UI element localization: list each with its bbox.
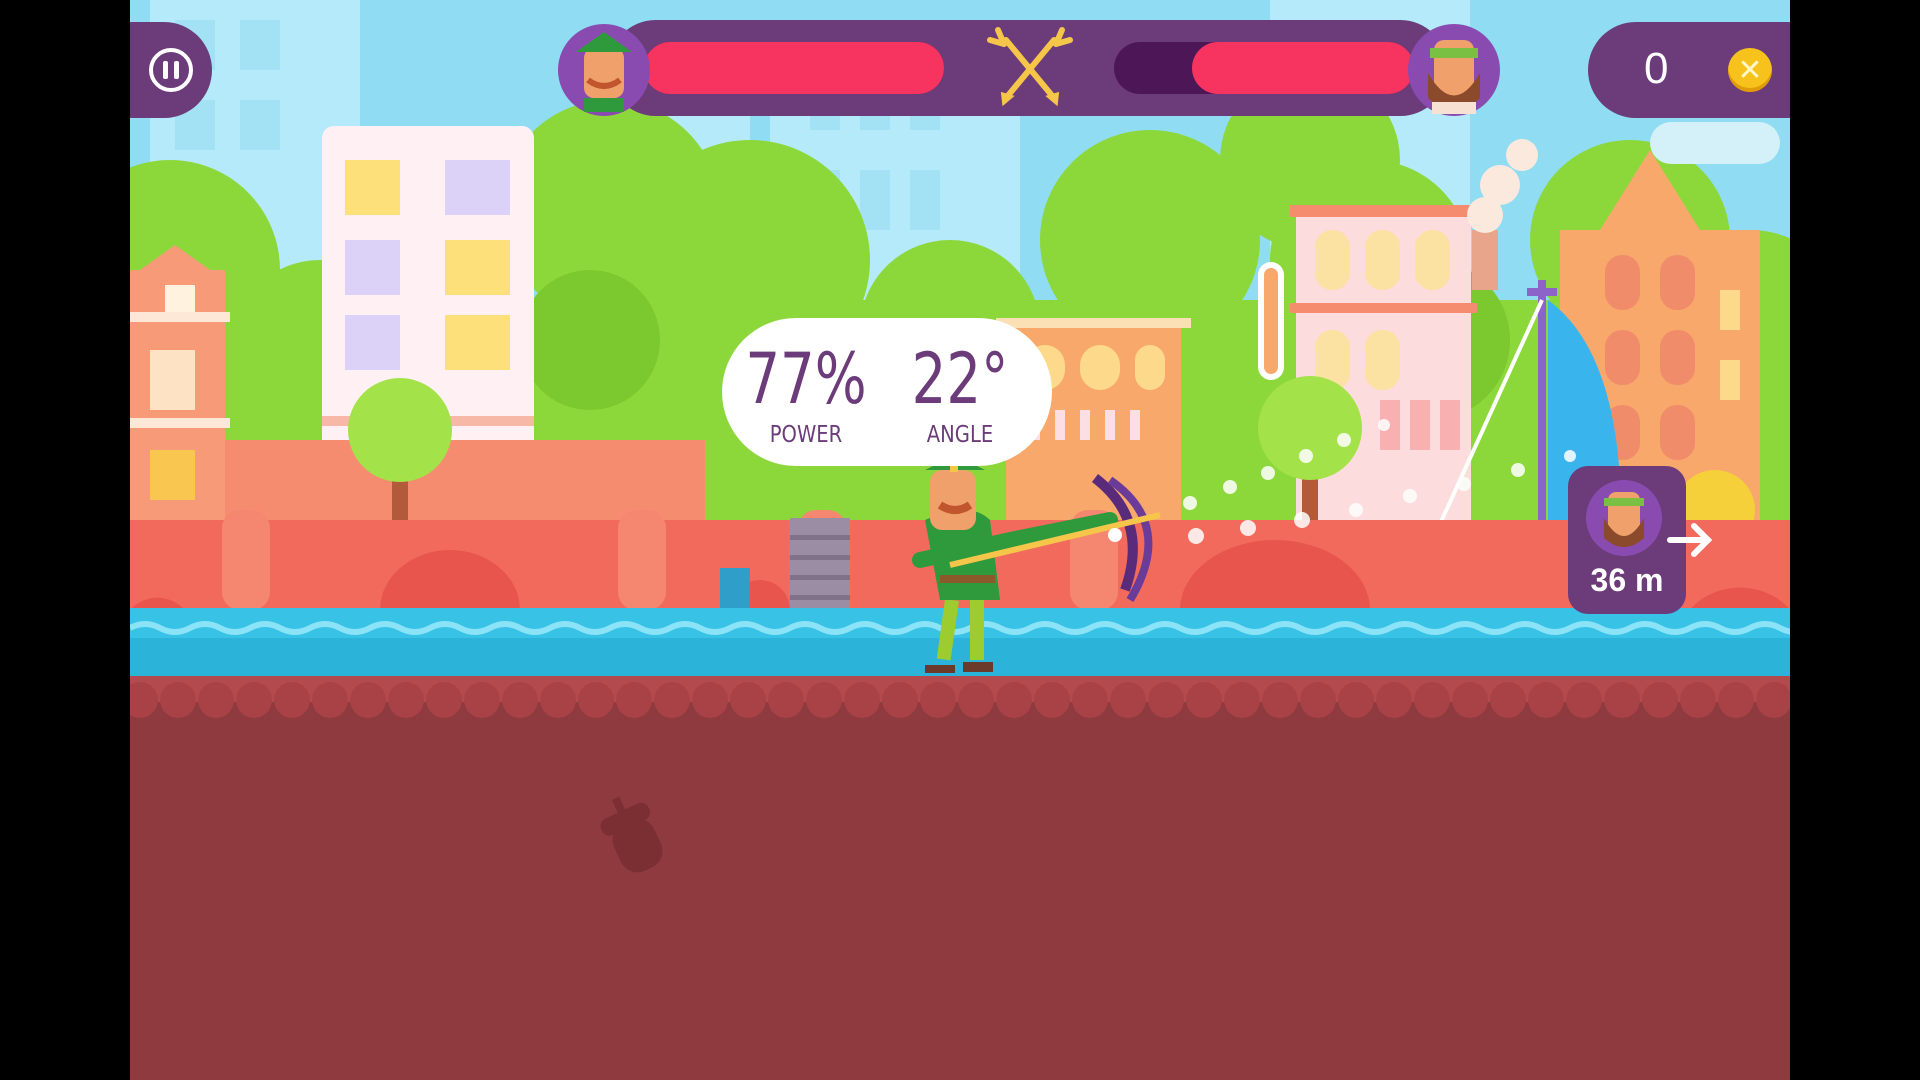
pause-icon [149, 48, 193, 92]
game-viewport[interactable]: 0 ✕ 77% POWER 22° ANGLE 36 m [130, 0, 1790, 1080]
health-hud [558, 20, 1500, 116]
angle-value: 22° [911, 338, 1009, 420]
arrow-right-icon [1667, 523, 1713, 557]
angle-label: ANGLE [926, 422, 994, 448]
player-avatar [558, 24, 650, 116]
aim-info-bubble: 77% POWER 22° ANGLE [722, 318, 1052, 466]
player-health-bar [644, 42, 944, 94]
enemy-avatar [1408, 24, 1500, 116]
enemy-distance-indicator: 36 m [1568, 466, 1713, 614]
coin-counter: 0 ✕ [1588, 22, 1790, 118]
enemy-distance: 36 m [1590, 562, 1664, 598]
enemy-health-bar [1192, 42, 1414, 94]
coin-count: 0 [1644, 44, 1669, 93]
power-value: 77% [745, 338, 867, 420]
archer-player [912, 455, 1161, 673]
coin-icon: ✕ [1728, 48, 1772, 92]
power-label: POWER [769, 422, 843, 448]
